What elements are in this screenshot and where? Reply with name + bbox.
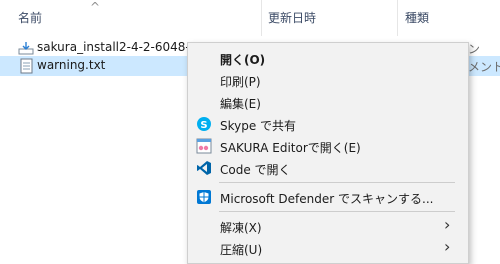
submenu-arrow-icon: › [444, 215, 451, 234]
menu-item-label: Skype で共有 [220, 119, 297, 133]
skype-icon: S [196, 116, 212, 132]
vscode-icon [196, 160, 212, 176]
menu-item-label: 開く(O) [220, 53, 266, 67]
menu-item-compress[interactable]: 圧縮(U) › [188, 237, 468, 259]
menu-item-label: 解凍(X) [220, 221, 262, 235]
defender-shield-icon [196, 189, 212, 205]
column-modified[interactable]: 更新日時 [268, 9, 316, 26]
column-divider[interactable] [397, 0, 398, 36]
menu-item-open[interactable]: 開く(O) [188, 47, 468, 69]
menu-separator [219, 211, 455, 212]
sakura-editor-icon [196, 138, 212, 154]
submenu-arrow-icon: › [444, 237, 451, 256]
menu-item-label: 印刷(P) [220, 75, 261, 89]
text-file-icon [18, 58, 34, 74]
menu-item-label: 編集(E) [220, 97, 261, 111]
installer-icon [18, 40, 34, 56]
svg-text:S: S [200, 120, 207, 131]
menu-item-label: SAKURA Editorで開く(E) [220, 141, 361, 155]
menu-item-label: Code で開く [220, 163, 291, 177]
menu-item-edit[interactable]: 編集(E) [188, 91, 468, 113]
file-name: warning.txt [37, 58, 106, 72]
sort-ascending-icon: ^ [90, 0, 101, 14]
menu-item-sakura-open[interactable]: SAKURA Editorで開く(E) [188, 135, 468, 157]
menu-item-extract[interactable]: 解凍(X) › [188, 215, 468, 237]
menu-item-print[interactable]: 印刷(P) [188, 69, 468, 91]
menu-separator [219, 182, 455, 183]
menu-item-defender-scan[interactable]: Microsoft Defender でスキャンする... [188, 186, 468, 208]
menu-item-label: Microsoft Defender でスキャンする... [220, 192, 434, 206]
menu-item-skype-share[interactable]: S Skype で共有 [188, 113, 468, 135]
menu-item-code-open[interactable]: Code で開く [188, 157, 468, 179]
menu-item-label: 圧縮(U) [220, 243, 263, 257]
column-type[interactable]: 種類 [405, 9, 429, 26]
column-name[interactable]: 名前 [18, 9, 42, 26]
context-menu: 開く(O) 印刷(P) 編集(E) S Skype で共有 SAKURA Edi… [187, 42, 469, 264]
column-header: 名前 ^ 更新日時 種類 [0, 0, 500, 36]
column-divider[interactable] [261, 0, 262, 36]
